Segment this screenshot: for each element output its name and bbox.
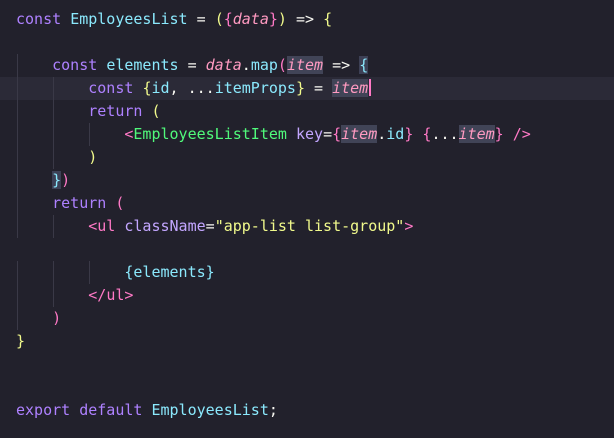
code-line[interactable]: </ul> [0,284,614,307]
code-line[interactable]: ) [0,307,614,330]
code-token: , ... [169,79,215,97]
code-text: </ul> [16,284,133,307]
code-token: . [377,125,387,143]
code-token: data [205,56,242,74]
code-token: = [178,56,206,74]
code-line[interactable] [0,31,614,54]
code-token: ul [106,286,125,304]
code-token: ( [214,10,224,28]
code-text: } [16,330,25,353]
highlighted-token: item [458,125,495,143]
code-token: elements [106,56,179,74]
code-line[interactable]: const elements = data.map(item => { [0,54,614,77]
code-token: return [16,194,116,212]
code-token: => [286,10,324,28]
code-token: return [16,102,152,120]
code-editor[interactable]: const EmployeesList = ({data}) => { cons… [0,0,614,438]
code-text: const EmployeesList = ({data}) => { [16,8,332,31]
code-token: { [332,125,342,143]
code-line[interactable]: } [0,330,614,353]
code-line[interactable]: export default EmployeesList; [0,399,614,422]
code-token: < [16,125,134,143]
highlighted-token: item [332,79,369,97]
code-text: return ( [16,192,124,215]
code-token: ) [16,309,62,327]
code-token: = [305,79,333,97]
code-token: } [205,263,215,281]
code-text: return ( [16,100,161,123]
code-line[interactable] [0,238,614,261]
code-line[interactable]: {elements} [0,261,614,284]
code-token: const [16,10,71,28]
code-token: id [151,79,170,97]
code-token: > [404,217,414,235]
code-text: const elements = data.map(item => { [16,54,369,77]
code-line[interactable] [0,376,614,399]
code-token: const [16,56,107,74]
code-line[interactable]: }) [0,169,614,192]
code-token: export [16,401,80,419]
code-token: } [268,10,278,28]
code-token: ) [277,10,287,28]
code-text: ) [16,146,97,169]
code-token: default [79,401,152,419]
code-text: ) [16,307,61,330]
code-token: = [205,217,215,235]
code-token: ; [268,401,278,419]
code-token: . [241,56,251,74]
code-line[interactable]: <EmployeesListItem key={item.id} {...ite… [0,123,614,146]
code-text: <EmployeesListItem key={item.id} {...ite… [16,123,531,146]
code-token: { [323,10,333,28]
code-line[interactable]: const {id, ...itemProps} = item [0,77,614,100]
code-token: } [16,332,26,350]
code-token: className [115,217,206,235]
code-token: </ [16,286,107,304]
code-line[interactable]: const EmployeesList = ({data}) => { [0,8,614,31]
highlighted-token: item [341,125,378,143]
code-token: elements [133,263,206,281]
code-text: export default EmployeesList; [16,399,278,422]
highlighted-token: item [286,56,324,74]
code-token: { [359,56,369,74]
code-token: "app-list list-group" [214,217,405,235]
code-token: < [16,217,98,235]
code-text: {elements} [16,261,215,284]
code-token: itemProps [214,79,296,97]
code-token: ( [151,102,161,120]
code-text: <ul className="app-list list-group"> [16,215,413,238]
code-token: map [250,56,278,74]
code-token: /> [503,125,531,143]
code-token: EmployeesList [70,10,188,28]
code-token: } [52,171,62,189]
code-token: ( [115,194,125,212]
code-line[interactable]: <ul className="app-list list-group"> [0,215,614,238]
code-line[interactable]: return ( [0,192,614,215]
code-token: => [323,56,360,74]
code-token: ) [61,171,71,189]
code-token: ) [16,148,98,166]
code-token: } [295,79,305,97]
code-token: = [323,125,333,143]
code-token: EmployeesListItem [133,125,287,143]
code-line[interactable]: return ( [0,100,614,123]
code-line[interactable] [0,353,614,376]
code-token: key [286,125,324,143]
code-token: ( [277,56,287,74]
code-token: ul [97,217,116,235]
code-token: > [124,286,134,304]
code-text: const {id, ...itemProps} = item [16,77,372,100]
code-token: EmployeesList [151,401,269,419]
code-line[interactable]: ) [0,146,614,169]
code-token: ... [431,125,459,143]
text-cursor [369,79,372,96]
code-token: = [187,10,215,28]
code-token: const [16,79,143,97]
code-token: id [386,125,405,143]
code-token: { [223,10,233,28]
code-text: }) [16,169,70,192]
code-token: data [232,10,269,28]
code-token: } [494,125,504,143]
